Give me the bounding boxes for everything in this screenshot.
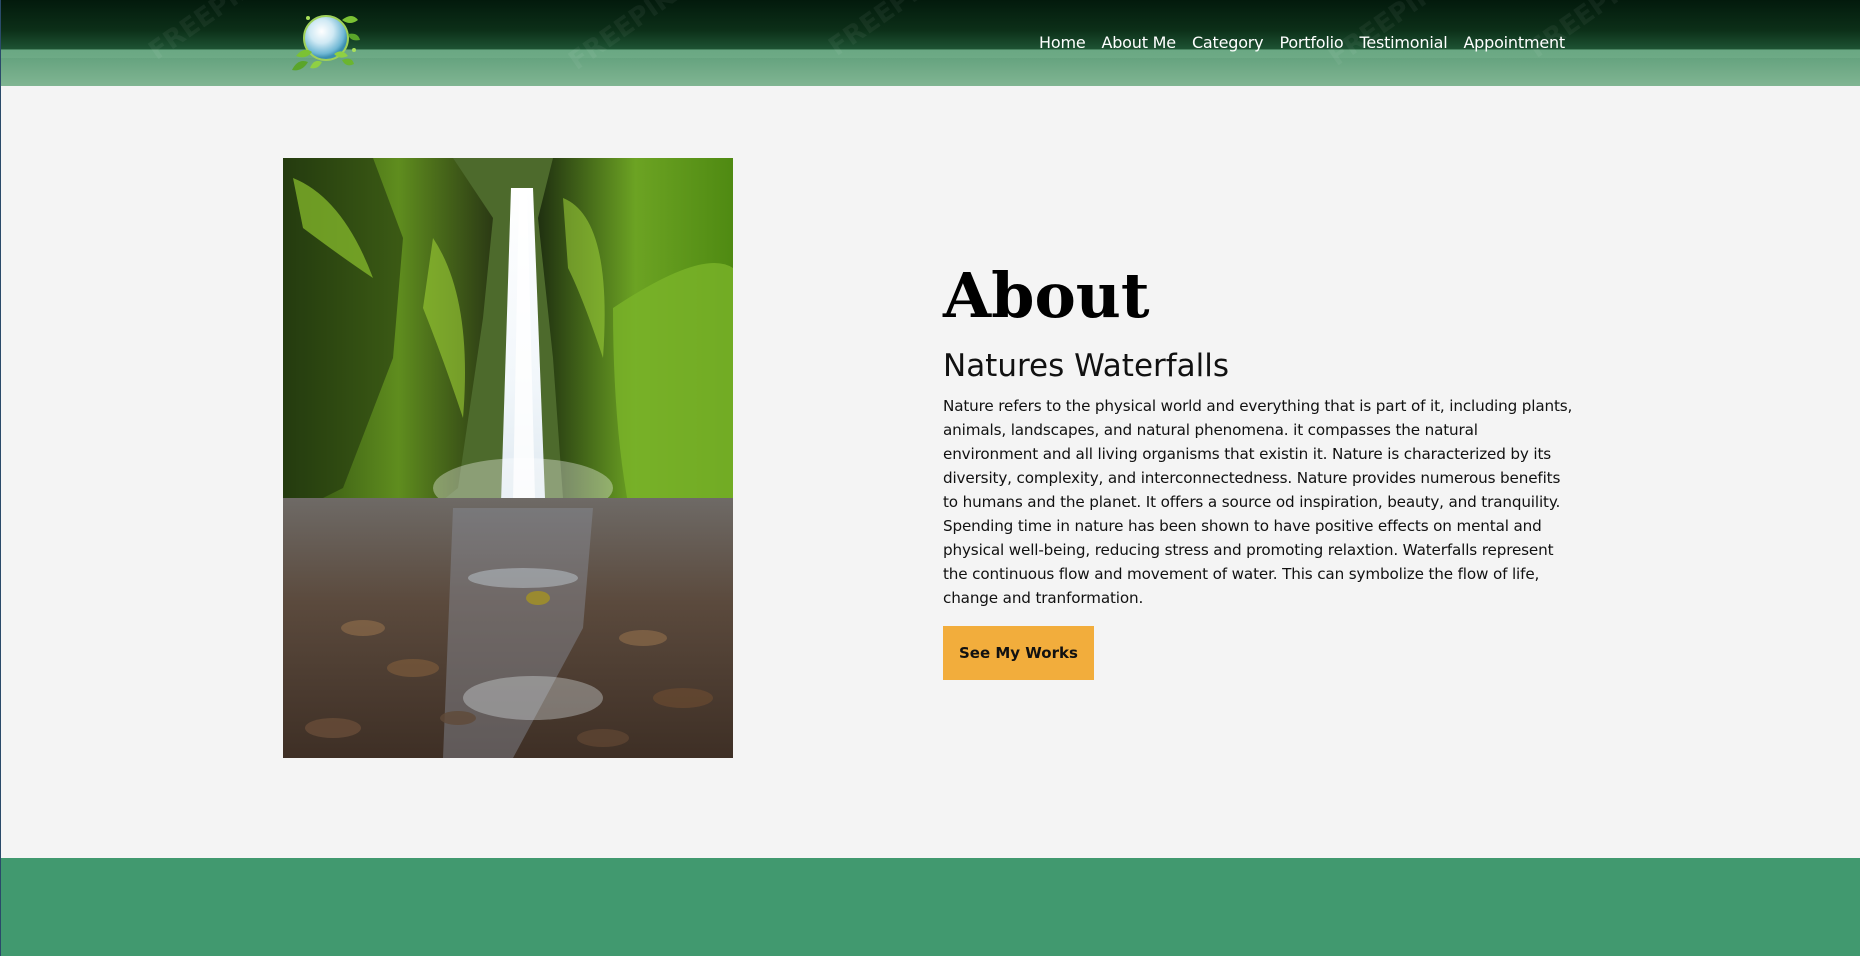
about-subtitle: Natures Waterfalls (943, 348, 1230, 384)
globe-with-leaves-icon[interactable] (288, 10, 364, 74)
see-my-works-button[interactable]: See My Works (943, 626, 1094, 680)
page: FREEPIK FREEPIK FREEPIK FREEPIK FREEPIK (0, 0, 1860, 956)
nav-home[interactable]: Home (1031, 30, 1093, 55)
about-section: About Natures Waterfalls Nature refers t… (943, 258, 1573, 680)
about-title: About (943, 259, 1150, 332)
waterfall-image (283, 158, 733, 758)
nav-portfolio[interactable]: Portfolio (1271, 30, 1351, 55)
nav-category[interactable]: Category (1184, 30, 1272, 55)
nav-testimonial[interactable]: Testimonial (1351, 30, 1455, 55)
main-nav: Home About Me Category Portfolio Testimo… (1031, 30, 1573, 55)
site-footer (1, 858, 1860, 956)
watermark: FREEPIK (823, 0, 941, 63)
header-strip (1, 58, 1860, 86)
watermark: FREEPIK (143, 0, 261, 67)
site-header: FREEPIK FREEPIK FREEPIK FREEPIK FREEPIK (1, 0, 1860, 86)
nav-about-me[interactable]: About Me (1093, 30, 1183, 55)
about-description: Nature refers to the physical world and … (943, 397, 1573, 607)
nav-appointment[interactable]: Appointment (1455, 30, 1573, 55)
